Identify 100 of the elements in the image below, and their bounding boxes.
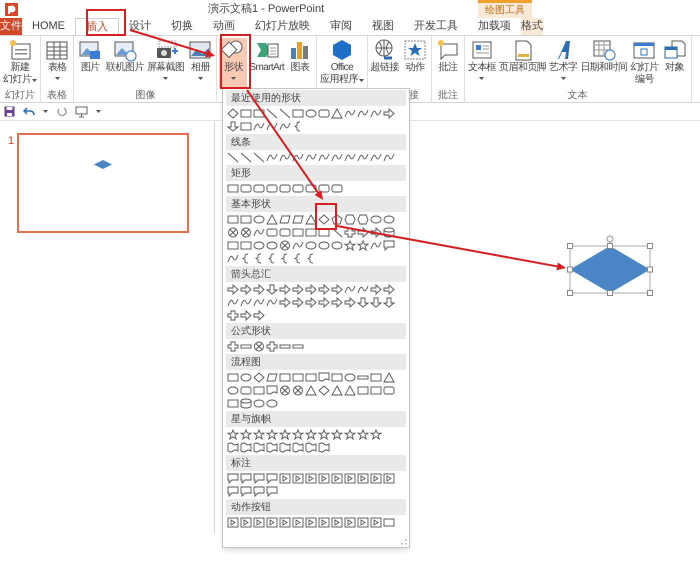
curve-icon[interactable] [357,108,369,119]
curve-icon[interactable] [266,152,278,163]
callout-icon[interactable] [240,486,252,497]
callout-icon[interactable] [240,473,252,484]
action-button-icon[interactable] [305,473,317,484]
arrow-icon[interactable] [318,284,330,295]
ribbon-button[interactable]: SmartArt [248,38,286,88]
rectangle-icon[interactable] [227,183,239,194]
banner-icon[interactable] [318,442,330,453]
rectangle-icon[interactable] [253,108,265,119]
arrow-icon[interactable] [279,297,291,308]
oval-icon[interactable] [253,398,265,409]
arrow-icon[interactable] [370,284,382,295]
star-icon[interactable] [292,429,304,440]
triangle-icon[interactable] [305,214,317,225]
pentagon-icon[interactable] [331,214,343,225]
ribbon-tab[interactable]: 幻灯片放映 [245,18,320,35]
action-button-icon[interactable] [331,517,343,528]
rectangle-icon[interactable] [240,121,252,132]
ribbon-tab[interactable]: 视图 [362,18,404,35]
circle-cross-icon[interactable] [240,227,252,238]
plus-icon[interactable] [227,341,239,352]
ribbon-button[interactable]: 日期和时间 [579,38,628,88]
ribbon-tab[interactable]: 审阅 [320,18,362,35]
ribbon-button[interactable]: Office 应用程序 [319,38,365,88]
ribbon-tab[interactable]: 设计 [119,18,161,35]
parallelogram-icon[interactable] [292,214,304,225]
arrow-icon[interactable] [357,297,369,308]
triangle-icon[interactable] [305,385,317,396]
diamond-icon[interactable] [253,372,265,383]
curve-icon[interactable] [305,152,317,163]
circle-cross-icon[interactable] [279,385,291,396]
rectangle-icon[interactable] [227,398,239,409]
action-button-icon[interactable] [253,517,265,528]
banner-icon[interactable] [266,442,278,453]
curve-icon[interactable] [357,284,369,295]
arrow-icon[interactable] [253,310,265,321]
line-icon[interactable] [279,108,291,119]
plus-icon[interactable] [227,310,239,321]
rectangle-icon[interactable] [292,372,304,383]
ribbon-button[interactable]: 图片 [76,38,104,88]
star-icon[interactable] [266,429,278,440]
oval-icon[interactable] [266,398,278,409]
rounded-rectangle-icon[interactable] [240,183,252,194]
callout-icon[interactable] [227,473,239,484]
action-button-icon[interactable] [331,473,343,484]
rectangle-icon[interactable] [383,517,395,528]
curve-icon[interactable] [318,152,330,163]
callout-icon[interactable] [383,240,395,251]
ribbon-button[interactable]: 幻灯片 编号 [629,38,660,88]
curve-icon[interactable] [370,240,382,251]
arrow-icon[interactable] [279,284,291,295]
arrow-icon[interactable] [305,297,317,308]
curve-icon[interactable] [344,108,356,119]
oval-icon[interactable] [253,214,265,225]
arrow-icon[interactable] [253,284,265,295]
arrow-icon[interactable] [318,297,330,308]
arrow-icon[interactable] [370,297,382,308]
ribbon-tab[interactable]: 动画 [203,18,245,35]
ribbon-tab[interactable]: 加载项 [468,18,521,35]
ribbon-button[interactable]: 艺术字 [548,38,578,88]
curve-icon[interactable] [292,240,304,251]
action-button-icon[interactable] [292,517,304,528]
action-button-icon[interactable] [305,517,317,528]
oval-icon[interactable] [253,240,265,251]
resize-grip-icon[interactable] [401,539,407,545]
action-button-icon[interactable] [279,517,291,528]
arrow-icon[interactable] [227,284,239,295]
rounded-rectangle-icon[interactable] [266,183,278,194]
ribbon-tab[interactable]: 切换 [161,18,203,35]
oval-icon[interactable] [266,240,278,251]
rectangle-icon[interactable] [292,227,304,238]
line-icon[interactable] [253,152,265,163]
diamond-shape[interactable] [565,233,655,297]
parallelogram-icon[interactable] [266,372,278,383]
rounded-rectangle-icon[interactable] [305,183,317,194]
curve-icon[interactable] [227,297,239,308]
arrow-icon[interactable] [331,297,343,308]
callout-icon[interactable] [266,473,278,484]
arrow-icon[interactable] [292,297,304,308]
hexagon-icon[interactable] [344,214,356,225]
action-button-icon[interactable] [344,517,356,528]
callout-icon[interactable] [266,486,278,497]
rounded-rectangle-icon[interactable] [318,108,330,119]
action-button-icon[interactable] [279,473,291,484]
circle-cross-icon[interactable] [227,227,239,238]
curve-icon[interactable] [240,297,252,308]
cylinder-icon[interactable] [383,227,395,238]
callout-icon[interactable] [227,486,239,497]
triangle-icon[interactable] [331,108,343,119]
rectangle-icon[interactable] [227,240,239,251]
hexagon-icon[interactable] [357,214,369,225]
arrow-icon[interactable] [383,284,395,295]
arrow-icon[interactable] [240,284,252,295]
plus-icon[interactable] [266,341,278,352]
action-button-icon[interactable] [240,517,252,528]
curve-icon[interactable] [370,152,382,163]
curve-icon[interactable] [344,152,356,163]
arrow-icon[interactable] [370,227,382,238]
triangle-icon[interactable] [331,385,343,396]
